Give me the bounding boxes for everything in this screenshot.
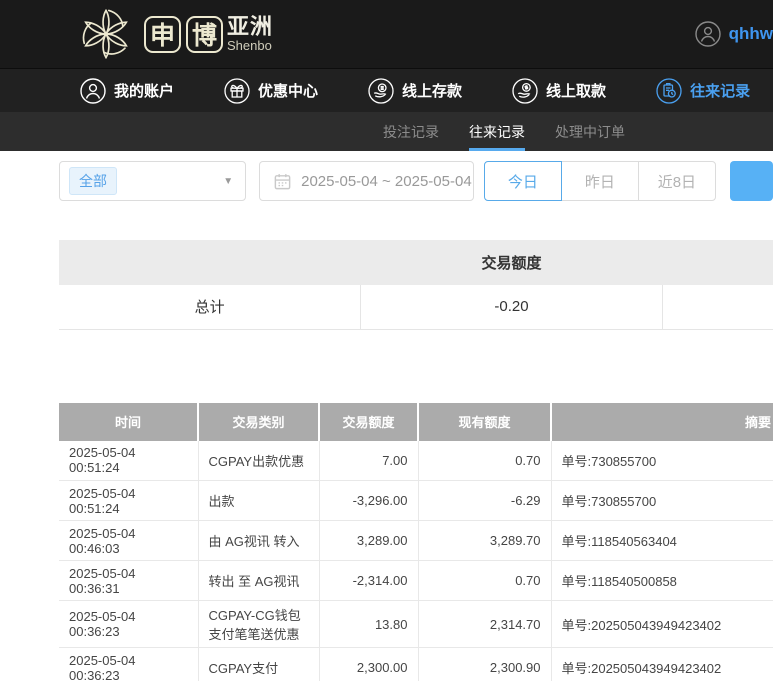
table-row: 2025-05-04 00:36:23 CGPAY支付 2,300.00 2,3… — [59, 647, 773, 681]
nav-label: 往来记录 — [690, 83, 751, 100]
content-area: 全部 ▼ 2025-05-04 ~ 2025-05-04 今日 昨日 近8日 交… — [0, 161, 773, 681]
nav-label: 优惠中心 — [258, 83, 319, 100]
date-range-picker[interactable]: 2025-05-04 ~ 2025-05-04 — [259, 161, 474, 201]
tab-label: 投注记录 — [383, 123, 439, 140]
cell-balance: -6.29 — [418, 480, 552, 521]
cell-category: CGPAY出款优惠 — [198, 440, 320, 481]
gift-icon — [224, 77, 250, 104]
cell-summary: 单号:730855700 — [551, 440, 773, 481]
cell-amount: -3,296.00 — [319, 480, 419, 521]
filter-row: 全部 ▼ 2025-05-04 ~ 2025-05-04 今日 昨日 近8日 — [59, 161, 773, 201]
table-row: 2025-05-04 00:46:03 由 AG视讯 转入 3,289.00 3… — [59, 520, 773, 561]
tab-transaction-records[interactable]: 往来记录 — [454, 112, 540, 151]
top-header: 申 博 亚洲 Shenbo qhhw — [0, 0, 773, 68]
nav-item-transaction-records[interactable]: 往来记录 — [656, 77, 751, 104]
transactions-table: 时间 交易类别 交易额度 现有额度 摘要 2025-05-04 00:51:24… — [59, 402, 773, 681]
cell-balance: 2,300.90 — [418, 647, 552, 681]
sub-navigation: 投注记录 往来记录 处理中订单 — [0, 112, 773, 151]
summary-empty-cell — [662, 285, 773, 330]
cell-balance: 2,314.70 — [418, 600, 552, 648]
summary-header-empty — [59, 240, 361, 285]
nav-item-my-account[interactable]: 我的账户 — [80, 77, 175, 104]
table-row: 2025-05-04 00:51:24 CGPAY出款优惠 7.00 0.70 … — [59, 440, 773, 481]
cell-summary: 单号:118540563404 — [551, 520, 773, 561]
cell-time: 2025-05-04 00:51:24 — [59, 480, 199, 521]
logo-char-shen: 申 — [144, 15, 181, 53]
col-header-time: 时间 — [59, 402, 199, 441]
table-row: 2025-05-04 00:36:23 CGPAY-CG钱包支付笔笔送优惠 13… — [59, 600, 773, 648]
main-navigation: 我的账户 优惠中心 线上存款 线上取款 往来记录 — [0, 68, 773, 112]
cell-balance: 0.70 — [418, 440, 552, 481]
summary-header-amount: 交易额度 — [360, 240, 663, 285]
nav-item-deposit[interactable]: 线上存款 — [368, 77, 463, 104]
cell-summary: 单号:202505043949423402 — [551, 600, 773, 648]
table-row: 2025-05-04 00:51:24 出款 -3,296.00 -6.29 单… — [59, 480, 773, 521]
user-account[interactable]: qhhw — [694, 0, 773, 68]
cell-summary: 单号:202505043949423402 — [551, 647, 773, 681]
tab-betting-records[interactable]: 投注记录 — [368, 112, 454, 151]
username-text: qhhw — [728, 24, 773, 43]
chevron-down-icon: ▼ — [223, 175, 234, 187]
summary-table: 交易额度 总计 -0.20 — [59, 240, 773, 330]
logo-region-text: 亚洲 — [227, 13, 274, 39]
cell-summary: 单号:730855700 — [551, 480, 773, 521]
cell-category: 由 AG视讯 转入 — [198, 520, 320, 561]
cell-amount: 7.00 — [319, 440, 419, 481]
summary-total-row: 总计 -0.20 — [59, 285, 773, 330]
summary-total-value: -0.20 — [360, 285, 663, 330]
table-header-row: 时间 交易类别 交易额度 现有额度 摘要 — [59, 402, 773, 441]
cell-summary: 单号:118540500858 — [551, 560, 773, 601]
cell-amount: 3,289.00 — [319, 520, 419, 561]
yesterday-button[interactable]: 昨日 — [560, 161, 639, 201]
nav-label: 我的账户 — [114, 83, 175, 100]
user-icon — [80, 77, 106, 104]
tab-pending-orders[interactable]: 处理中订单 — [540, 112, 640, 151]
withdraw-icon — [512, 77, 538, 104]
summary-header-row: 交易额度 — [59, 240, 773, 285]
nav-item-promotions[interactable]: 优惠中心 — [224, 77, 319, 104]
today-button[interactable]: 今日 — [483, 161, 562, 201]
col-header-balance: 现有额度 — [418, 402, 552, 441]
flower-logo-icon — [82, 8, 128, 60]
tab-label: 处理中订单 — [555, 123, 625, 140]
cell-amount: 2,300.00 — [319, 647, 419, 681]
col-header-category: 交易类别 — [198, 402, 320, 441]
cell-time: 2025-05-04 00:51:24 — [59, 440, 199, 481]
tab-label: 往来记录 — [469, 123, 525, 140]
brand-logo[interactable]: 申 博 亚洲 Shenbo — [78, 6, 273, 62]
cell-amount: 13.80 — [319, 600, 419, 648]
search-button[interactable] — [729, 161, 773, 201]
nav-label: 线上取款 — [546, 83, 607, 100]
quick-date-buttons: 今日 昨日 近8日 — [483, 161, 716, 201]
cell-category: CGPAY支付 — [198, 647, 320, 681]
cell-balance: 0.70 — [418, 560, 552, 601]
cell-time: 2025-05-04 00:36:31 — [59, 560, 199, 601]
cell-category: 转出 至 AG视讯 — [198, 560, 320, 601]
cell-amount: -2,314.00 — [319, 560, 419, 601]
cell-time: 2025-05-04 00:46:03 — [59, 520, 199, 561]
date-range-value: 2025-05-04 ~ 2025-05-04 — [301, 172, 472, 190]
table-row: 2025-05-04 00:36:31 转出 至 AG视讯 -2,314.00 … — [59, 560, 773, 601]
logo-brand-text: Shenbo — [227, 37, 272, 53]
nav-item-withdraw[interactable]: 线上取款 — [512, 77, 607, 104]
user-avatar-icon — [694, 21, 721, 47]
last-8-days-button[interactable]: 近8日 — [637, 161, 716, 201]
nav-label: 线上存款 — [402, 83, 463, 100]
deposit-icon — [368, 77, 394, 104]
summary-total-label: 总计 — [59, 285, 362, 330]
col-header-amount: 交易额度 — [319, 402, 419, 441]
calendar-icon — [274, 173, 291, 189]
type-selected-tag[interactable]: 全部 — [69, 167, 117, 195]
cell-category: CGPAY-CG钱包支付笔笔送优惠 — [198, 600, 320, 648]
summary-header-empty — [662, 240, 773, 285]
records-icon — [656, 77, 682, 104]
cell-time: 2025-05-04 00:36:23 — [59, 600, 199, 648]
logo-char-bo: 博 — [186, 15, 223, 53]
type-select[interactable]: 全部 ▼ — [59, 161, 247, 201]
cell-balance: 3,289.70 — [418, 520, 552, 561]
cell-category: 出款 — [198, 480, 320, 521]
col-header-summary: 摘要 — [551, 402, 773, 441]
cell-time: 2025-05-04 00:36:23 — [59, 647, 199, 681]
